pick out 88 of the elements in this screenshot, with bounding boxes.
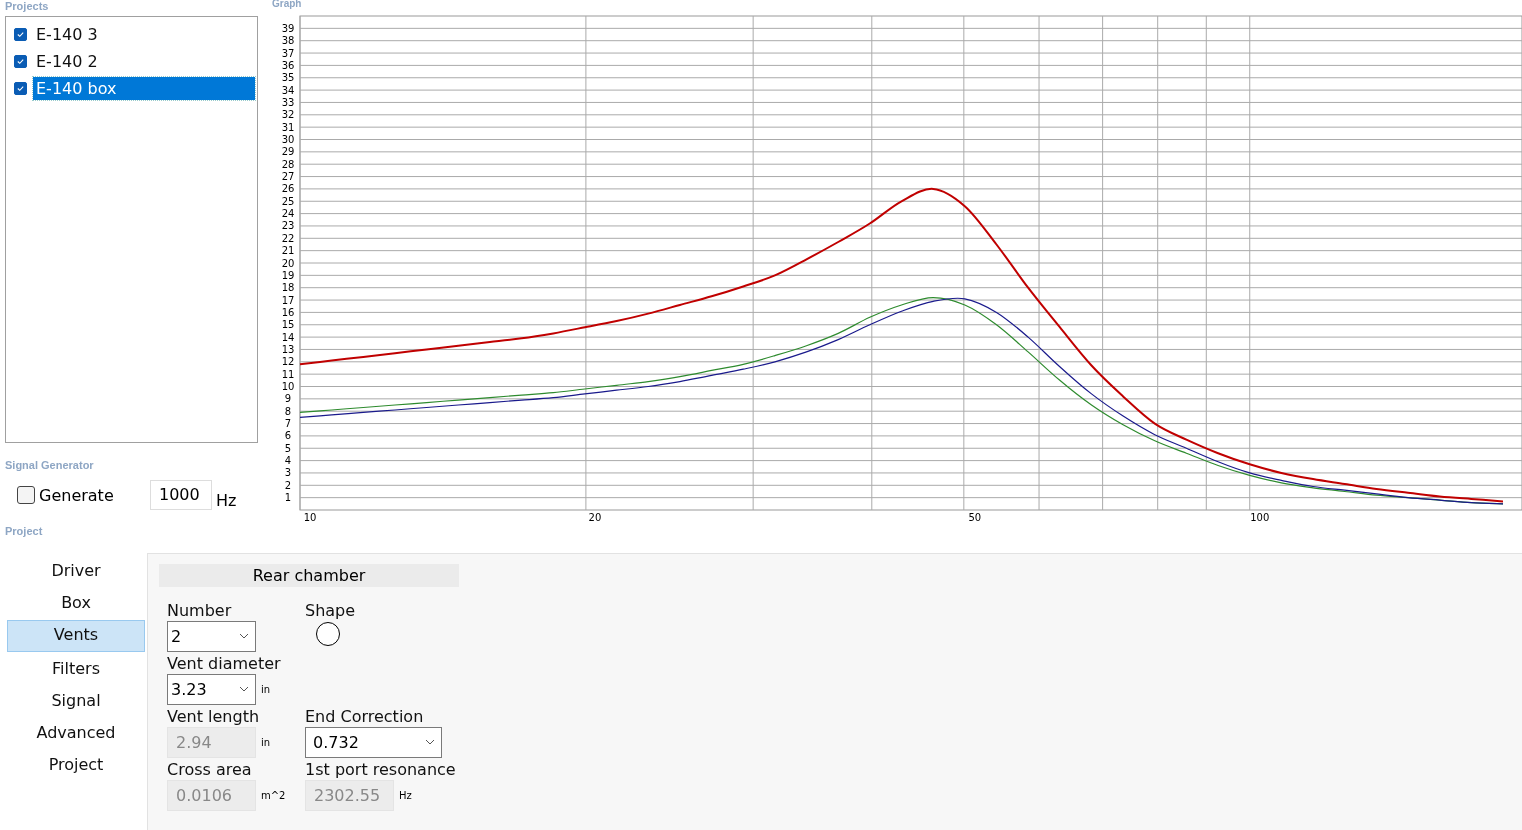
axis-label: 24 bbox=[281, 208, 295, 220]
checkbox[interactable] bbox=[14, 55, 27, 68]
circle-icon[interactable] bbox=[315, 621, 341, 647]
check-icon bbox=[16, 30, 25, 39]
field-label: Number bbox=[167, 601, 232, 620]
chevron-down-icon bbox=[239, 686, 249, 692]
axis-label: 38 bbox=[281, 35, 295, 47]
chevron-down-icon bbox=[239, 633, 249, 639]
axis-label: 31 bbox=[281, 121, 295, 133]
generate-checkbox[interactable]: Generate bbox=[17, 485, 150, 505]
axis-label: 34 bbox=[281, 84, 295, 96]
unit-label: Hz bbox=[399, 789, 412, 801]
axis-label: 100 bbox=[1250, 512, 1270, 523]
project-item[interactable]: E-140 box bbox=[33, 77, 255, 100]
axis-label: 14 bbox=[281, 331, 295, 343]
unit-label: in bbox=[261, 683, 271, 695]
project-item[interactable]: E-140 2 bbox=[33, 50, 255, 73]
axis-label: 20 bbox=[588, 512, 602, 523]
axis-label: 17 bbox=[281, 294, 295, 306]
check-icon bbox=[16, 57, 25, 66]
unit-label: in bbox=[261, 736, 271, 748]
dropdown[interactable]: 2 bbox=[167, 620, 256, 652]
checkbox[interactable] bbox=[14, 28, 27, 41]
check-icon bbox=[16, 84, 25, 93]
axis-label: 15 bbox=[281, 319, 295, 331]
axis-label: 11 bbox=[281, 368, 295, 380]
field-label: End Correction bbox=[305, 707, 424, 726]
axis-label: 20 bbox=[281, 257, 295, 269]
axis-label: 30 bbox=[281, 134, 295, 145]
axis-label: 4 bbox=[284, 455, 292, 467]
axis-label: 18 bbox=[281, 282, 295, 294]
readonly-field: 2.94 bbox=[167, 726, 256, 758]
dropdown[interactable]: 3.23 bbox=[167, 673, 256, 705]
field-label: Shape bbox=[305, 601, 356, 620]
axis-label: 39 bbox=[281, 22, 295, 34]
nav-tab[interactable]: Box bbox=[7, 588, 145, 618]
nav-tab[interactable]: Project bbox=[7, 750, 145, 780]
nav-tab[interactable]: Filters bbox=[7, 654, 145, 684]
axis-label: 25 bbox=[281, 195, 295, 207]
project-item[interactable]: E-140 3 bbox=[33, 23, 255, 46]
readonly-field: 2302.55 bbox=[305, 779, 394, 811]
axis-label: 10 bbox=[281, 381, 295, 392]
section-header: Rear chamber bbox=[159, 564, 459, 587]
axis-label: 9 bbox=[284, 393, 292, 405]
axis-label: 35 bbox=[281, 72, 295, 84]
axis-label: 22 bbox=[281, 232, 295, 244]
axis-label: 28 bbox=[281, 158, 295, 170]
readonly-field: 0.0106 bbox=[167, 779, 256, 811]
axis-label: 10 bbox=[303, 512, 317, 523]
dropdown[interactable]: 0.732 bbox=[305, 726, 442, 758]
field-label: Vent length bbox=[167, 707, 260, 726]
axis-label: 3 bbox=[284, 467, 292, 479]
axis-label: 50 bbox=[968, 512, 982, 523]
axis-label: 27 bbox=[281, 171, 295, 183]
axis-label: 29 bbox=[281, 146, 295, 158]
axis-label: 6 bbox=[284, 430, 292, 442]
axis-label: 16 bbox=[281, 306, 295, 318]
panel-label: Graph bbox=[271, 0, 303, 10]
axis-label: 5 bbox=[284, 442, 292, 454]
axis-label: 19 bbox=[281, 269, 295, 281]
nav-tab[interactable]: Driver bbox=[7, 556, 145, 586]
axis-label: 7 bbox=[284, 418, 292, 430]
axis-label: 1 bbox=[284, 492, 292, 504]
axis-label: 36 bbox=[281, 59, 295, 71]
panel-label: Project bbox=[4, 525, 44, 539]
nav-tab[interactable]: Vents bbox=[7, 620, 145, 652]
axis-label: 13 bbox=[281, 343, 295, 355]
checkbox[interactable] bbox=[14, 82, 27, 95]
axis-label: 32 bbox=[281, 109, 295, 121]
axis-label: 12 bbox=[281, 356, 295, 368]
panel-label: Projects bbox=[4, 0, 50, 14]
axis-label: 8 bbox=[284, 405, 292, 417]
axis-label: 2 bbox=[284, 479, 292, 491]
unit-label: Hz bbox=[216, 490, 237, 510]
chevron-down-icon bbox=[425, 739, 435, 745]
axis-label: 23 bbox=[281, 220, 295, 232]
panel-label: Signal Generator bbox=[4, 459, 95, 473]
field-label: 1st port resonance bbox=[305, 760, 456, 779]
field-label: Vent diameter bbox=[167, 654, 281, 673]
axis-label: 37 bbox=[281, 47, 295, 59]
axis-label: 33 bbox=[281, 96, 295, 108]
unit-label: m^2 bbox=[261, 789, 286, 801]
nav-tab[interactable]: Signal bbox=[7, 686, 145, 716]
axis-label: 21 bbox=[281, 245, 295, 257]
field-label: Cross area bbox=[167, 760, 252, 779]
nav-tab[interactable]: Advanced bbox=[7, 718, 145, 748]
axis-label: 26 bbox=[281, 183, 295, 195]
frequency-field[interactable]: 1000 bbox=[150, 480, 212, 510]
